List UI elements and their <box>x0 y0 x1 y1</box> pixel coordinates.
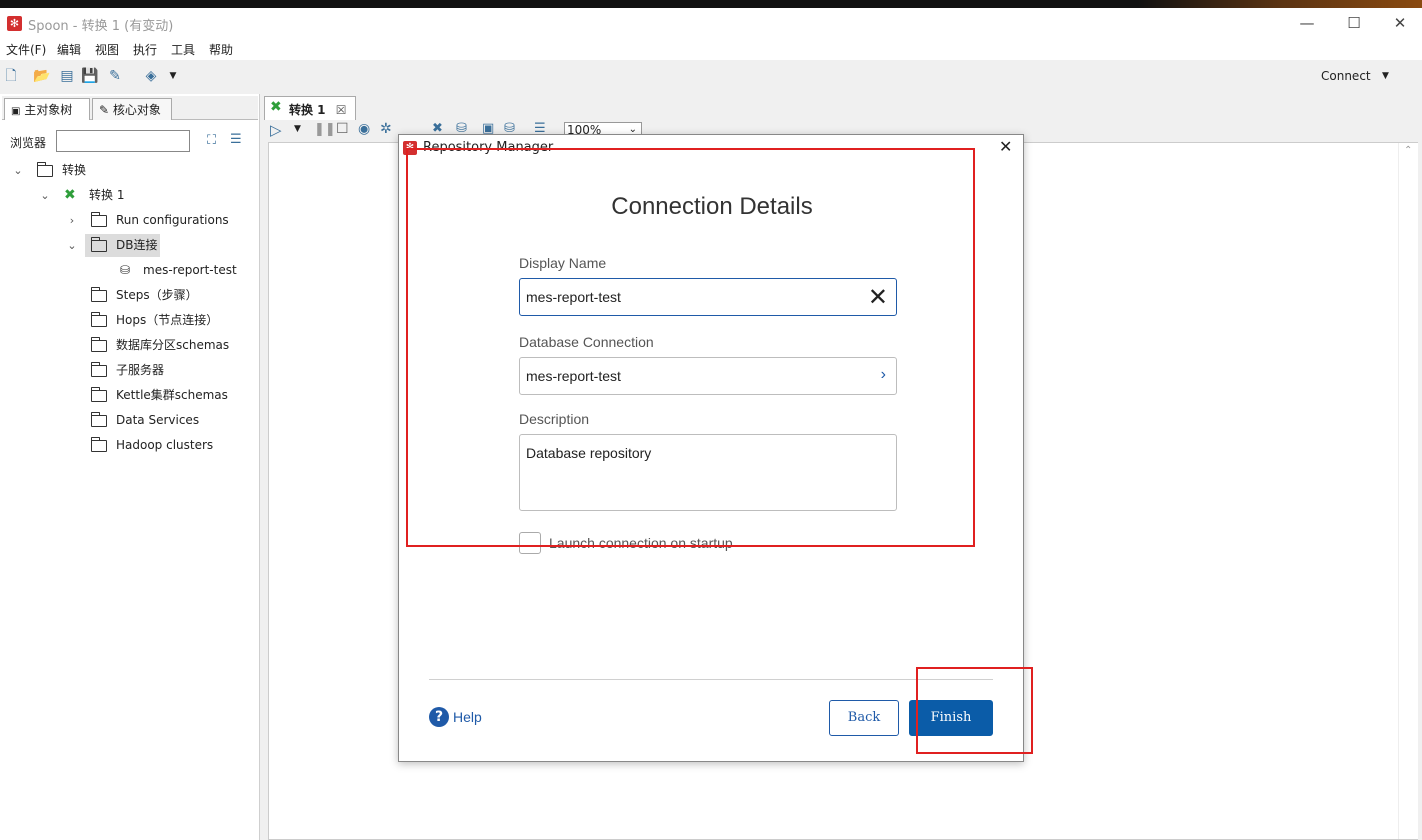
folder-icon <box>91 287 107 302</box>
tab-main-tree-label: 主对象树 <box>24 103 73 117</box>
tree-item-label: DB连接 <box>116 238 158 252</box>
pause-icon[interactable]: ❚❚ <box>314 122 336 137</box>
run-icon[interactable]: ▷ <box>270 121 282 139</box>
folder-icon <box>91 312 107 327</box>
browse-label: 浏览器 <box>10 136 47 150</box>
tab-transform-1[interactable]: ✖ 转换 1 ☒ <box>264 96 356 120</box>
layers-icon[interactable]: ◈ <box>142 67 160 85</box>
tree-item-label: 转换 <box>62 163 87 177</box>
tab-core-objects[interactable]: ✎ 核心对象 <box>92 98 172 120</box>
window-title: Spoon - 转换 1 (有变动) <box>28 19 174 34</box>
database-icon: ⛁ <box>120 263 131 277</box>
chevron-down-icon[interactable]: ⌄ <box>12 158 24 183</box>
stop-icon[interactable]: ☐ <box>336 121 349 137</box>
save-as-icon[interactable]: ✎ <box>106 67 124 85</box>
tree-item-cluster-schemas[interactable]: Kettle集群schemas <box>0 383 258 408</box>
collapse-all-icon[interactable]: ☰ <box>230 132 242 147</box>
menu-run[interactable]: 执行 <box>133 41 157 58</box>
footer-divider <box>429 679 993 680</box>
tree-item-label: 转换 1 <box>89 188 125 202</box>
left-tab-strip: ▣ 主对象树 ✎ 核心对象 <box>2 96 258 120</box>
title-bar: ✻ Spoon - 转换 1 (有变动) — ☐ ✕ <box>0 8 1422 38</box>
new-file-icon[interactable]: 🗋 <box>2 67 20 85</box>
tree-item-steps[interactable]: Steps（步骤） <box>0 283 258 308</box>
debug-icon[interactable]: ✲ <box>380 121 392 137</box>
close-tab-icon[interactable]: ☒ <box>336 103 347 117</box>
tree-tab-icon: ▣ <box>11 106 21 117</box>
tree-item-transformations[interactable]: ⌄ 转换 <box>0 158 258 183</box>
tree-item-label: Data Services <box>116 413 200 427</box>
tree-item-label: 数据库分区schemas <box>116 338 230 352</box>
tree-item-hops[interactable]: Hops（节点连接） <box>0 308 258 333</box>
menu-tools[interactable]: 工具 <box>171 41 195 58</box>
chevron-right-icon[interactable]: › <box>66 208 78 233</box>
search-input[interactable] <box>56 130 190 152</box>
transform-icon: ✖ <box>64 187 76 203</box>
main-toolbar: 🗋 📂 ▤ 💾 ✎ ◈ ▼ Connect ▼ <box>0 60 1422 92</box>
layers-dropdown-icon[interactable]: ▼ <box>164 67 182 85</box>
folder-icon <box>91 412 107 427</box>
left-panel: ▣ 主对象树 ✎ 核心对象 浏览器 ⛶ ☰ ⌄ 转换 ⌄ ✖ 转换 1 › Ru… <box>0 94 260 840</box>
spoon-logo-icon: ✻ <box>7 16 22 31</box>
connect-button[interactable]: Connect <box>1321 69 1371 83</box>
connect-dropdown-icon[interactable]: ▼ <box>1382 71 1389 81</box>
desktop-strip <box>0 0 1422 8</box>
scroll-up-icon[interactable]: ⌃ <box>1404 145 1412 156</box>
tree-item-label: Hops（节点连接） <box>116 313 219 327</box>
folder-icon <box>91 237 107 252</box>
folder-icon <box>91 437 107 452</box>
folder-icon <box>91 362 107 377</box>
folder-icon <box>37 162 53 177</box>
open-icon[interactable]: 📂 <box>33 67 51 85</box>
folder-icon <box>91 387 107 402</box>
tree-item-label: Hadoop clusters <box>116 438 214 452</box>
help-icon[interactable]: ? <box>429 707 449 727</box>
help-link[interactable]: Help <box>453 709 482 725</box>
tab-core-objects-label: 核心对象 <box>112 103 161 117</box>
tree-item-slave-servers[interactable]: 子服务器 <box>0 358 258 383</box>
tree-item-label: Run configurations <box>116 213 229 227</box>
tab-main-tree[interactable]: ▣ 主对象树 <box>4 98 90 120</box>
annotation-box-details <box>406 148 975 547</box>
dialog-close-button[interactable]: ✕ <box>999 137 1012 156</box>
tree-item-mes-report-test[interactable]: ⛁ mes-report-test <box>0 258 258 283</box>
chevron-down-icon[interactable]: ⌄ <box>66 233 78 258</box>
tab-label: 转换 1 <box>289 103 326 117</box>
vertical-scrollbar[interactable]: ⌃ <box>1398 143 1418 839</box>
transform-icon: ✖ <box>270 99 282 115</box>
menu-edit[interactable]: 编辑 <box>57 41 81 58</box>
explore-icon[interactable]: ▤ <box>58 67 76 85</box>
tree-item-partition-schemas[interactable]: 数据库分区schemas <box>0 333 258 358</box>
folder-icon <box>91 337 107 352</box>
menu-view[interactable]: 视图 <box>95 41 119 58</box>
folder-icon <box>91 212 107 227</box>
annotation-box-finish <box>916 667 1033 754</box>
tree-item-run-configurations[interactable]: › Run configurations <box>0 208 258 233</box>
close-window-button[interactable]: ✕ <box>1377 10 1422 36</box>
tree-item-db-connections[interactable]: ⌄ DB连接 <box>0 233 258 258</box>
tree-item-data-services[interactable]: Data Services <box>0 408 258 433</box>
back-button[interactable]: Back <box>829 700 899 736</box>
save-icon[interactable]: 💾 <box>81 67 99 85</box>
menu-bar: 文件(F) 编辑 视图 执行 工具 帮助 <box>0 38 1422 60</box>
maximize-button[interactable]: ☐ <box>1331 10 1377 36</box>
menu-file[interactable]: 文件(F) <box>6 41 46 58</box>
preview-icon[interactable]: ◉ <box>358 121 370 137</box>
menu-help[interactable]: 帮助 <box>209 41 233 58</box>
tree-item-label: 子服务器 <box>116 363 165 377</box>
tree-item-label: Steps（步骤） <box>116 288 198 302</box>
minimize-button[interactable]: — <box>1284 10 1330 36</box>
tree-item-label: mes-report-test <box>143 263 237 277</box>
tree-item-label: Kettle集群schemas <box>116 388 228 402</box>
expand-all-icon[interactable]: ⛶ <box>207 133 216 148</box>
tree-item-transform-1[interactable]: ⌄ ✖ 转换 1 <box>0 183 258 208</box>
run-dropdown-icon[interactable]: ▼ <box>294 124 301 134</box>
tree-item-hadoop-clusters[interactable]: Hadoop clusters <box>0 433 258 458</box>
chevron-down-icon[interactable]: ⌄ <box>39 183 51 208</box>
pencil-icon: ✎ <box>99 103 110 117</box>
